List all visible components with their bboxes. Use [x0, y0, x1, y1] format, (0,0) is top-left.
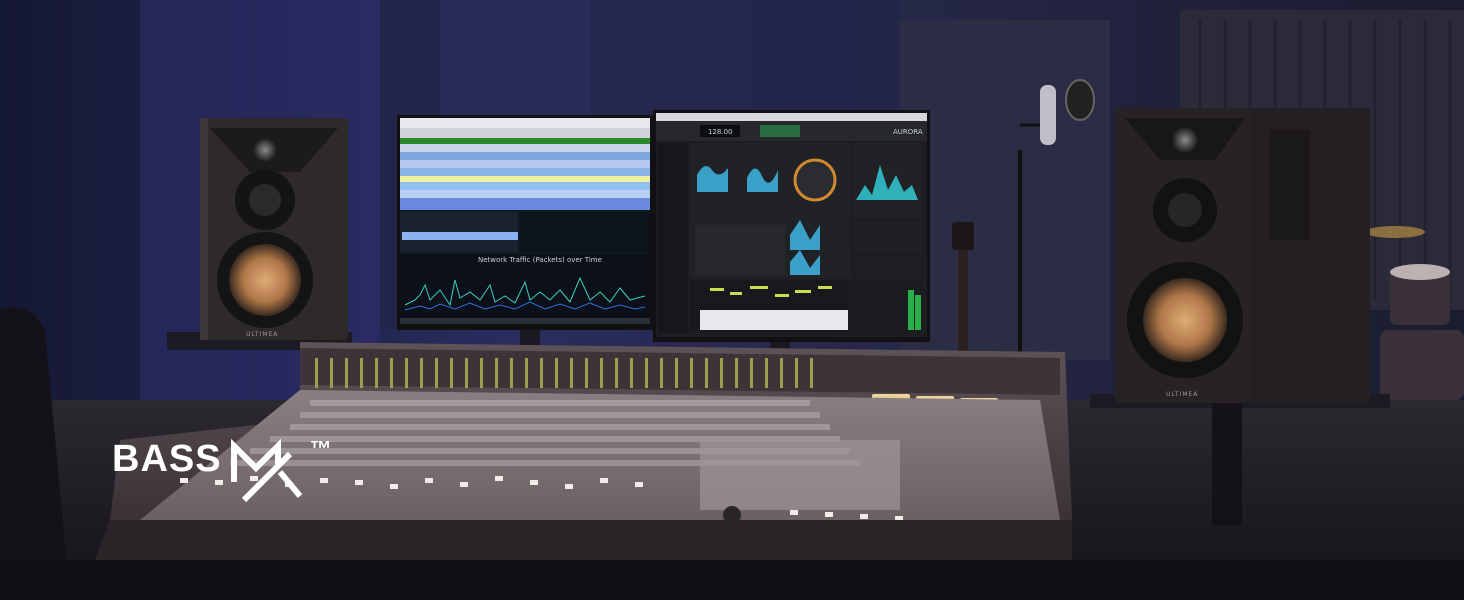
- door-panel: [900, 20, 1110, 360]
- tempo-display: 128.00: [708, 128, 733, 136]
- brand-logo: BASS ™: [112, 436, 332, 502]
- daw-logo: AURORA: [893, 128, 923, 136]
- right-monitor: 128.00 AURORA: [653, 110, 930, 342]
- left-speaker-label: ULTIMEA: [246, 331, 278, 338]
- trademark-symbol: ™: [309, 436, 332, 461]
- desk-front: [0, 560, 1464, 600]
- studio-scene: ULTIMEA ULTIMEA Network Traffic (Packets…: [0, 0, 1464, 600]
- left-monitor-chart-title: Network Traffic (Packets) over Time: [478, 256, 602, 264]
- piano-keyboard: [700, 310, 848, 330]
- mx-slash-logo-icon: [230, 438, 302, 502]
- left-monitor: Network Traffic (Packets) over Time: [397, 115, 653, 330]
- brand-name: BASS: [112, 438, 222, 480]
- master-section: [700, 440, 900, 510]
- right-speaker-label: ULTIMEA: [1166, 391, 1198, 398]
